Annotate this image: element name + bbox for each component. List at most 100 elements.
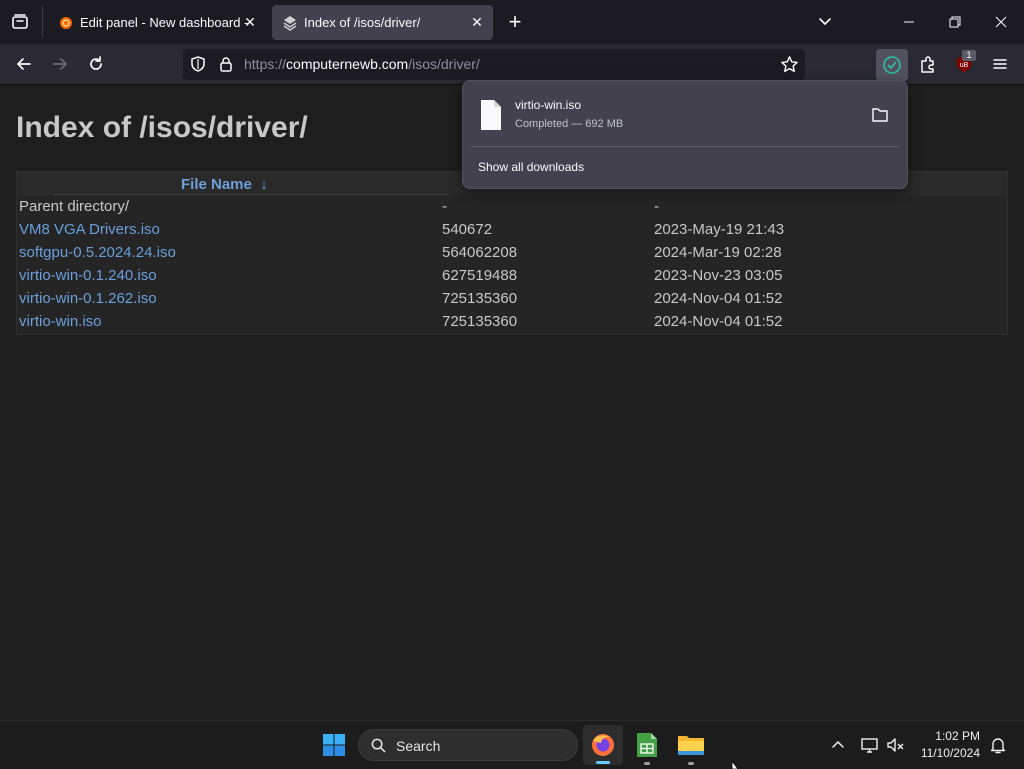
bookmark-star-icon[interactable] — [780, 55, 799, 74]
file-explorer-icon — [678, 736, 704, 755]
panel-divider — [471, 146, 899, 147]
download-status: Completed — 692 MB — [515, 118, 624, 130]
file-name-header-label: File Name — [181, 176, 252, 193]
navigation-toolbar: https://computernewb.com/isos/driver/ uB… — [0, 44, 1024, 85]
puzzle-piece-icon — [921, 56, 934, 73]
file-date: 2023-Nov-23 03:05 — [654, 267, 783, 284]
file-name-link[interactable]: virtio-win.iso — [19, 313, 102, 330]
table-row[interactable]: virtio-win.iso 725135360 2024-Nov-04 01:… — [17, 311, 1007, 334]
file-date: 2023-May-19 21:43 — [654, 221, 785, 238]
file-name-link[interactable]: virtio-win-0.1.262.iso — [19, 290, 157, 307]
file-size: - — [442, 198, 447, 215]
tab-title: Index of /isos/driver/ — [304, 15, 421, 30]
extensions-button[interactable] — [914, 50, 942, 78]
active-app-indicator — [596, 761, 610, 764]
close-tab-icon[interactable]: ✕ — [242, 14, 258, 30]
tab-overview-button[interactable] — [8, 10, 32, 34]
network-status-button[interactable] — [858, 733, 882, 757]
new-tab-button[interactable]: + — [503, 10, 527, 34]
page-title: Index of /isos/driver/ — [16, 111, 308, 144]
file-date: - — [654, 198, 659, 215]
list-all-tabs-button[interactable] — [814, 11, 836, 33]
running-app-indicator — [644, 762, 650, 765]
table-row[interactable]: virtio-win-0.1.240.iso 627519488 2023-No… — [17, 265, 1007, 288]
tracking-protection-shield-icon[interactable] — [189, 55, 207, 73]
download-file-name: virtio-win.iso — [515, 98, 582, 112]
back-button[interactable] — [10, 50, 38, 78]
file-size: 725135360 — [442, 313, 518, 330]
url-scheme: https:// — [244, 56, 287, 72]
taskbar-search-box[interactable]: Search — [358, 729, 578, 761]
url-text[interactable]: https://computernewb.com/isos/driver/ — [244, 56, 480, 72]
bell-icon — [990, 738, 1006, 754]
restore-icon — [949, 16, 961, 28]
taskbar-app-spreadsheet[interactable] — [627, 725, 667, 765]
volume-button[interactable] — [884, 733, 908, 757]
show-all-downloads-button[interactable]: Show all downloads — [478, 160, 584, 174]
download-complete-icon — [883, 56, 901, 74]
file-listing-table: File Name ↓ Parent directory/ - - VM8 VG… — [16, 171, 1008, 335]
table-row[interactable]: softgpu-0.5.2024.24.iso 564062208 2024-M… — [17, 242, 1007, 265]
arrow-left-icon — [17, 58, 31, 70]
forward-button[interactable] — [46, 50, 74, 78]
notifications-button[interactable] — [986, 733, 1010, 757]
tab-strip: Edit panel - New dashboard - D ✕ Index o… — [0, 0, 1024, 44]
sort-arrow-icon: ↓ — [260, 176, 268, 193]
clock-date: 11/10/2024 — [920, 746, 980, 760]
grafana-icon — [60, 16, 72, 29]
file-size: 725135360 — [442, 290, 518, 307]
clock[interactable]: 1:02 PM 11/10/2024 — [912, 721, 984, 769]
file-date: 2024-Nov-04 01:52 — [654, 313, 783, 330]
running-app-indicator — [688, 762, 694, 765]
show-hidden-icons-button[interactable] — [826, 733, 850, 757]
close-tab-icon[interactable]: ✕ — [469, 14, 485, 30]
downloads-panel: virtio-win.iso Completed — 692 MB Show a… — [462, 80, 908, 189]
network-icon — [861, 738, 878, 753]
file-name-column-header[interactable]: File Name ↓ — [181, 176, 268, 193]
file-name-link[interactable]: VM8 VGA Drivers.iso — [19, 221, 160, 238]
lock-icon[interactable] — [217, 55, 235, 73]
tab-divider — [42, 6, 43, 38]
table-row[interactable]: virtio-win-0.1.262.iso 725135360 2024-No… — [17, 288, 1007, 311]
minimize-icon — [904, 21, 914, 23]
table-row[interactable]: Parent directory/ - - — [17, 196, 1007, 219]
close-window-button[interactable] — [978, 0, 1024, 44]
taskbar: Search 1:02 PM 11/10/2024 — [0, 720, 1024, 769]
tab-index-isos-driver[interactable]: Index of /isos/driver/ ✕ — [272, 5, 493, 40]
tab-overview-icon — [12, 14, 28, 29]
address-bar[interactable]: https://computernewb.com/isos/driver/ — [183, 49, 805, 80]
file-size: 627519488 — [442, 267, 518, 284]
site-favicon-icon — [283, 15, 297, 31]
folder-icon — [872, 108, 888, 122]
badge-count: 1 — [962, 50, 976, 61]
tab-title: Edit panel - New dashboard - D — [80, 15, 248, 30]
taskbar-app-file-explorer[interactable] — [671, 725, 711, 765]
tab-edit-panel[interactable]: Edit panel - New dashboard - D ✕ — [48, 5, 266, 40]
file-name-link[interactable]: virtio-win-0.1.240.iso — [19, 267, 157, 284]
reload-button[interactable] — [82, 50, 110, 78]
start-button[interactable] — [318, 729, 350, 761]
file-icon — [481, 100, 501, 130]
taskbar-app-firefox[interactable] — [583, 725, 623, 765]
show-in-folder-button[interactable] — [865, 101, 895, 129]
file-name-link[interactable]: Parent directory/ — [19, 198, 129, 215]
menu-button[interactable] — [986, 50, 1014, 78]
download-item[interactable] — [469, 87, 901, 141]
file-size: 564062208 — [442, 244, 518, 261]
minimize-button[interactable] — [886, 0, 932, 44]
table-row[interactable]: VM8 VGA Drivers.iso 540672 2023-May-19 2… — [17, 219, 1007, 242]
file-size: 540672 — [442, 221, 493, 238]
ublock-origin-button[interactable]: uB 1 — [950, 50, 978, 78]
spreadsheet-app-icon — [637, 733, 657, 757]
firefox-icon — [592, 734, 614, 756]
windows-logo-icon — [323, 734, 345, 756]
file-name-link[interactable]: softgpu-0.5.2024.24.iso — [19, 244, 176, 261]
chevron-up-icon — [832, 740, 844, 748]
restore-button[interactable] — [932, 0, 978, 44]
search-label: Search — [396, 738, 441, 754]
plus-icon: + — [508, 9, 522, 34]
file-date: 2024-Nov-04 01:52 — [654, 290, 783, 307]
close-icon — [995, 16, 1007, 28]
svg-text:uB: uB — [960, 62, 969, 69]
downloads-button[interactable] — [876, 49, 908, 81]
